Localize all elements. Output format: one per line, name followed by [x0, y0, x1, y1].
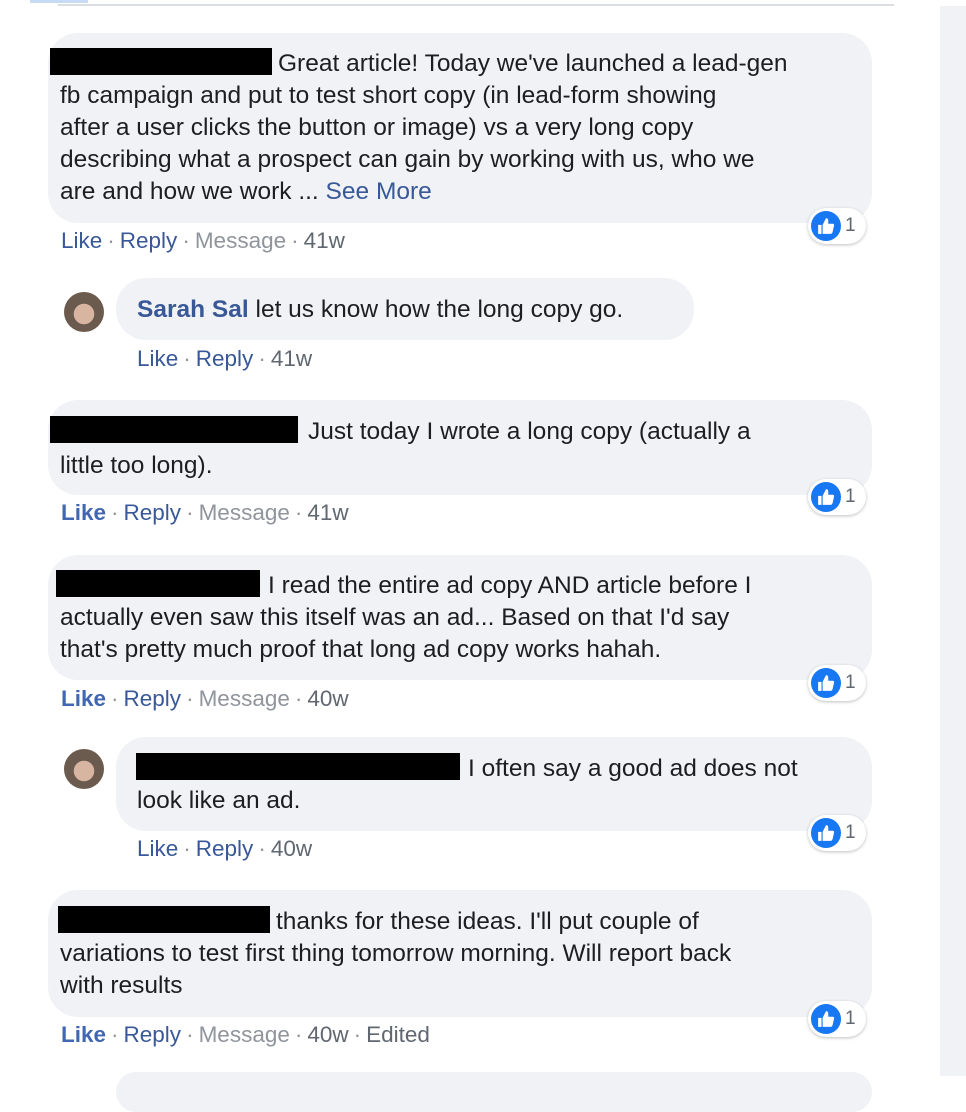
comment-text: Great article! Today we've launched a le…: [50, 48, 788, 80]
comment-text: Sarah Sal let us know how the long copy …: [137, 296, 624, 323]
reply-link[interactable]: Reply: [196, 346, 254, 371]
timestamp[interactable]: 41w: [271, 346, 312, 371]
comment-text-line: little too long).: [60, 452, 213, 479]
comment-text-line: are and how we work ... See More: [60, 178, 432, 205]
comment-text: I often say a good ad does not: [136, 753, 798, 785]
redacted-name: [50, 416, 298, 443]
next-comment-bubble: [116, 1072, 872, 1112]
reaction-count: 1: [845, 486, 856, 507]
see-more-link[interactable]: See More: [326, 178, 432, 205]
reaction-count-pill[interactable]: 1: [808, 665, 866, 701]
comment-actions: Like · Reply · 41w: [137, 346, 313, 371]
comment-text-line: with results: [60, 972, 183, 999]
like-link[interactable]: Like: [61, 500, 106, 525]
top-divider: [58, 4, 894, 6]
timestamp[interactable]: 41w: [304, 228, 345, 253]
comment-actions: Like · Reply · Message · 40w: [61, 686, 349, 711]
comment-actions: Like · Reply · 40w: [137, 836, 313, 861]
edited-label: Edited: [366, 1022, 430, 1047]
comment-text-line: variations to test first thing tomorrow …: [60, 940, 732, 967]
timestamp[interactable]: 40w: [271, 836, 312, 861]
timestamp[interactable]: 40w: [307, 1022, 348, 1047]
message-link[interactable]: Message: [199, 1022, 290, 1047]
like-link[interactable]: Like: [137, 346, 178, 371]
comment-text-line: fb campaign and put to test short copy (…: [60, 82, 717, 109]
message-link[interactable]: Message: [199, 500, 290, 525]
like-link[interactable]: Like: [61, 1022, 106, 1047]
reaction-count: 1: [845, 1008, 856, 1029]
comment-text: thanks for these ideas. I'll put couple …: [58, 906, 699, 938]
user-avatar[interactable]: [64, 749, 104, 789]
reaction-count: 1: [845, 822, 856, 843]
like-thumb-icon: [811, 668, 841, 698]
comment-actions: Like · Reply · Message · 41w: [61, 228, 345, 253]
timestamp[interactable]: 40w: [307, 686, 348, 711]
like-link[interactable]: Like: [61, 686, 106, 711]
comment-text: Just today I wrote a long copy (actually…: [50, 416, 751, 448]
like-thumb-icon: [811, 211, 841, 241]
comment-text-line: look like an ad.: [137, 787, 301, 814]
reaction-count: 1: [845, 672, 856, 693]
reply-link[interactable]: Reply: [196, 836, 254, 861]
like-thumb-icon: [811, 818, 841, 848]
redacted-name: [58, 906, 270, 933]
comment-actions: Like · Reply · Message · 40w · Edited: [61, 1022, 430, 1047]
comment-text-line: actually even saw this itself was an ad.…: [60, 604, 730, 631]
redacted-name: [56, 570, 260, 597]
message-link[interactable]: Message: [195, 228, 286, 253]
like-link[interactable]: Like: [61, 228, 102, 253]
reaction-count-pill[interactable]: 1: [808, 208, 866, 244]
timestamp[interactable]: 41w: [307, 500, 348, 525]
comment-actions: Like · Reply · Message · 41w: [61, 500, 349, 525]
tab-indicator: [30, 0, 88, 3]
user-avatar[interactable]: [64, 292, 104, 332]
redacted-name: [50, 48, 272, 75]
redacted-name: [136, 753, 460, 780]
reaction-count-pill[interactable]: 1: [808, 815, 866, 851]
reply-link[interactable]: Reply: [124, 500, 182, 525]
like-link[interactable]: Like: [137, 836, 178, 861]
reaction-count-pill[interactable]: 1: [808, 1001, 866, 1037]
comment-text-line: that's pretty much proof that long ad co…: [60, 636, 662, 663]
like-thumb-icon: [811, 482, 841, 512]
author-name-link[interactable]: Sarah Sal: [137, 296, 249, 323]
like-thumb-icon: [811, 1004, 841, 1034]
reply-link[interactable]: Reply: [124, 686, 182, 711]
reaction-count: 1: [845, 215, 856, 236]
message-link[interactable]: Message: [199, 686, 290, 711]
reaction-count-pill[interactable]: 1: [808, 479, 866, 515]
reply-link[interactable]: Reply: [120, 228, 178, 253]
right-scroll-area: [940, 6, 966, 1076]
comment-text: I read the entire ad copy AND article be…: [56, 570, 751, 602]
comment-text-line: describing what a prospect can gain by w…: [60, 146, 755, 173]
reply-link[interactable]: Reply: [124, 1022, 182, 1047]
comment-text-line: after a user clicks the button or image)…: [60, 114, 694, 141]
